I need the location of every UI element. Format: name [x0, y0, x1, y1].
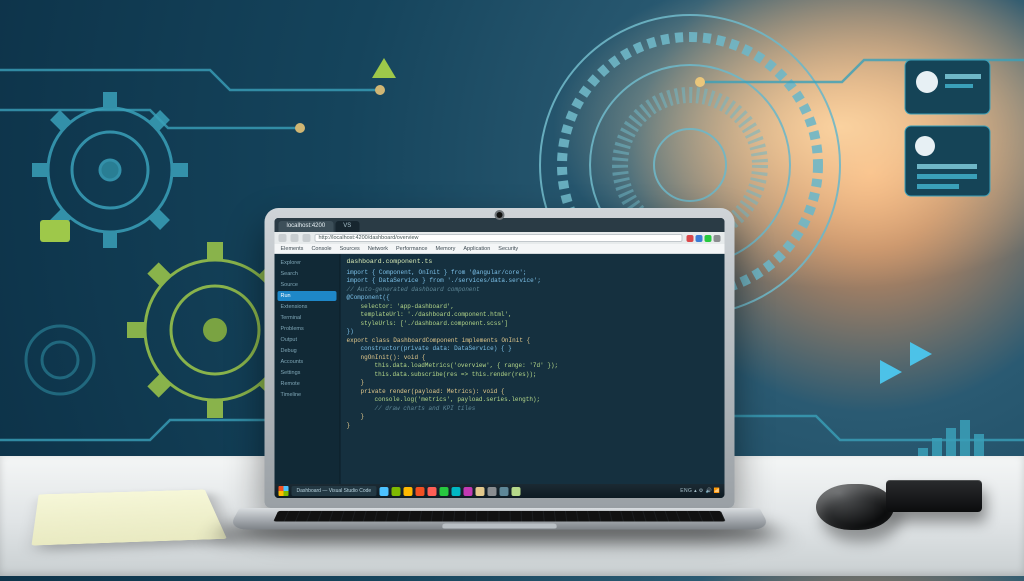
browser-tab-1[interactable]: VS	[335, 221, 359, 232]
code-line: console.log('metrics', payload.series.le…	[347, 396, 719, 405]
code-line: // draw charts and KPI tiles	[347, 405, 719, 414]
code-editor[interactable]: dashboard.component.ts import { Componen…	[341, 254, 725, 484]
url-input[interactable]: http://localhost:4200/dashboard/overview	[315, 234, 683, 242]
taskbar-app-icon[interactable]	[427, 487, 436, 496]
ide-sidebar: ExplorerSearchSourceRunExtensionsTermina…	[275, 254, 341, 484]
taskbar-app-icon[interactable]	[403, 487, 412, 496]
sidebar-item[interactable]: Source	[278, 280, 337, 290]
menu-item[interactable]: Security	[498, 246, 518, 252]
sidebar-item[interactable]: Problems	[278, 324, 337, 334]
code-line: constructor(private data: DataService) {…	[347, 345, 719, 354]
taskbar-app-icon[interactable]	[463, 487, 472, 496]
menu-icon[interactable]	[714, 235, 721, 242]
paper-notebook	[31, 490, 226, 546]
devtools-menu: Elements Console Sources Network Perform…	[275, 244, 725, 254]
taskbar-app-icon[interactable]	[379, 487, 388, 496]
ext-icon[interactable]	[705, 235, 712, 242]
laptop-screen: localhost:4200 VS http://localhost:4200/…	[275, 218, 725, 498]
taskbar-app-icon[interactable]	[451, 487, 460, 496]
taskbar-app-icon[interactable]	[499, 487, 508, 496]
code-line: this.data.subscribe(res => this.render(r…	[347, 371, 719, 380]
code-line: styleUrls: ['./dashboard.component.scss'…	[347, 320, 719, 329]
code-line: }	[347, 422, 719, 431]
menu-item[interactable]: Application	[463, 246, 490, 252]
code-line: import { Component, OnInit } from '@angu…	[347, 269, 719, 278]
code-line: templateUrl: './dashboard.component.html…	[347, 311, 719, 320]
browser-tabstrip: localhost:4200 VS	[275, 218, 725, 232]
code-line: @Component({	[347, 294, 719, 303]
code-line: // Auto-generated dashboard component	[347, 286, 719, 295]
back-icon[interactable]	[279, 234, 287, 242]
ext-icon[interactable]	[687, 235, 694, 242]
taskbar-app-icon[interactable]	[439, 487, 448, 496]
menu-item[interactable]: Sources	[340, 246, 360, 252]
menu-item[interactable]: Network	[368, 246, 388, 252]
sidebar-item[interactable]: Terminal	[278, 313, 337, 323]
code-line: export class DashboardComponent implemen…	[347, 337, 719, 346]
browser-tab-0[interactable]: localhost:4200	[279, 221, 334, 232]
code-line: })	[347, 328, 719, 337]
sidebar-item[interactable]: Debug	[278, 346, 337, 356]
menu-item[interactable]: Memory	[435, 246, 455, 252]
taskbar-app-icon[interactable]	[511, 487, 520, 496]
laptop: localhost:4200 VS http://localhost:4200/…	[265, 208, 760, 552]
open-file-name: dashboard.component.ts	[347, 258, 719, 267]
sidebar-item[interactable]: Explorer	[278, 258, 337, 268]
sidebar-item[interactable]: Extensions	[278, 302, 337, 312]
sidebar-item[interactable]: Accounts	[278, 357, 337, 367]
taskbar-app-icon[interactable]	[415, 487, 424, 496]
taskbar-app-icon[interactable]	[391, 487, 400, 496]
taskbar-app-icon[interactable]	[475, 487, 484, 496]
sidebar-item[interactable]: Settings	[278, 368, 337, 378]
sidebar-item[interactable]: Output	[278, 335, 337, 345]
webcam-icon	[497, 212, 503, 218]
code-line: this.data.loadMetrics('overview', { rang…	[347, 362, 719, 371]
extension-icons	[687, 235, 721, 242]
code-line: selector: 'app-dashboard',	[347, 303, 719, 312]
browser-address-bar: http://localhost:4200/dashboard/overview	[275, 232, 725, 244]
external-drive	[886, 480, 982, 512]
menu-item[interactable]: Performance	[396, 246, 428, 252]
sidebar-item[interactable]: Timeline	[278, 390, 337, 400]
sidebar-item[interactable]: Remote	[278, 379, 337, 389]
trackpad	[442, 524, 557, 529]
sidebar-item[interactable]: Run	[278, 291, 337, 301]
code-line: import { DataService } from './services/…	[347, 277, 719, 286]
taskbar-app-icon[interactable]	[487, 487, 496, 496]
code-line: private render(payload: Metrics): void {	[347, 388, 719, 397]
ext-icon[interactable]	[696, 235, 703, 242]
sidebar-item[interactable]: Search	[278, 269, 337, 279]
keyboard	[273, 511, 725, 522]
ide-workspace: ExplorerSearchSourceRunExtensionsTermina…	[275, 254, 725, 484]
code-line: }	[347, 413, 719, 422]
menu-item[interactable]: Elements	[281, 246, 304, 252]
taskbar-pinned-apps	[379, 487, 520, 496]
os-taskbar: Dashboard — Visual Studio Code ENG ▴ ⚙ 🔊…	[275, 484, 725, 498]
reload-icon[interactable]	[303, 234, 311, 242]
taskbar-app-label[interactable]: Dashboard — Visual Studio Code	[292, 486, 377, 496]
menu-item[interactable]: Console	[311, 246, 331, 252]
start-icon[interactable]	[279, 486, 289, 496]
system-tray[interactable]: ENG ▴ ⚙ 🔊 📶	[680, 488, 720, 494]
code-line: ngOnInit(): void {	[347, 354, 719, 363]
laptop-base	[228, 508, 771, 530]
forward-icon[interactable]	[291, 234, 299, 242]
wireless-mouse	[816, 484, 894, 530]
laptop-lid: localhost:4200 VS http://localhost:4200/…	[265, 208, 735, 508]
code-line: }	[347, 379, 719, 388]
